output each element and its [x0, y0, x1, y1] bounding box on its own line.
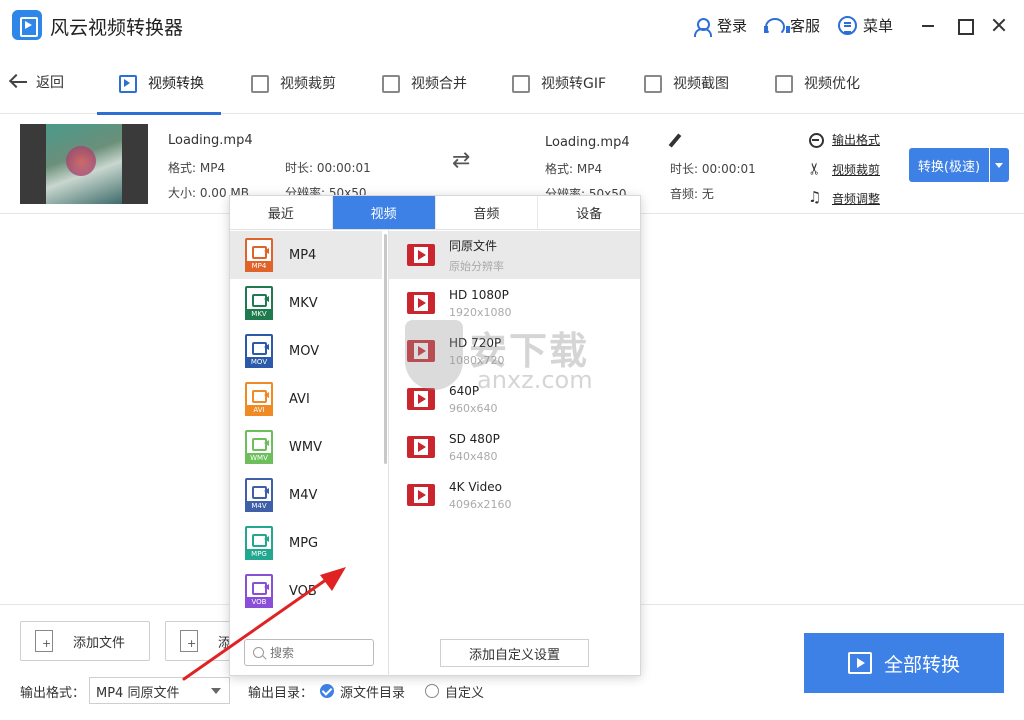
- tab-video[interactable]: 视频: [332, 196, 436, 229]
- dir-source-radio[interactable]: [320, 684, 334, 698]
- dir-source-label: 源文件目录: [340, 686, 406, 701]
- title-bar: 风云视频转换器 登录 客服 菜单: [0, 0, 1024, 52]
- image-icon: [641, 72, 663, 94]
- preset-item-480p[interactable]: SD 480P 640x480: [389, 423, 640, 471]
- tab-video-screenshot[interactable]: 视频截图: [641, 52, 729, 114]
- service-button[interactable]: 客服: [764, 15, 820, 36]
- user-icon: [693, 17, 712, 37]
- dir-custom-radio[interactable]: [425, 684, 439, 698]
- mov-file-icon: MOV: [245, 334, 273, 368]
- back-button[interactable]: 返回: [10, 72, 64, 92]
- format-item-wmv[interactable]: WMV WMV: [230, 423, 388, 471]
- mpg-file-icon: MPG: [245, 526, 273, 560]
- convert-fast-button[interactable]: 转换(极速): [909, 148, 989, 182]
- play-icon: [847, 652, 872, 674]
- preset-item-640p[interactable]: 640P 960x640: [389, 375, 640, 423]
- output-format-link[interactable]: 输出格式: [808, 131, 880, 148]
- source-file-name: Loading.mp4: [168, 133, 253, 148]
- output-dir-label: 输出目录：: [248, 686, 314, 701]
- format-category-tabs: 最近 视频 音频 设备: [230, 196, 640, 230]
- format-item-mkv[interactable]: MKV MKV: [230, 279, 388, 327]
- headset-icon: [764, 17, 790, 36]
- nav-bar: 返回 视频转换 视频裁剪 视频合并 视频转GIF 视频截图 视频优化: [0, 52, 1024, 115]
- format-item-mp4[interactable]: MP4 MP4: [230, 231, 382, 279]
- scissors-icon: [808, 162, 824, 178]
- login-button[interactable]: 登录: [693, 15, 747, 37]
- output-audio: 音频: 无: [670, 187, 714, 201]
- output-duration: 时长: 00:00:01: [670, 162, 756, 176]
- format-search-box[interactable]: [244, 639, 374, 666]
- add-folder-button[interactable]: 添: [165, 621, 235, 661]
- format-item-mpg[interactable]: MPG MPG: [230, 519, 388, 567]
- convert-dropdown-button[interactable]: [990, 148, 1009, 182]
- format-icon: [808, 132, 824, 148]
- source-duration: 时长: 00:00:01: [285, 161, 371, 175]
- music-note-icon: [808, 188, 824, 207]
- app-title: 风云视频转换器: [50, 17, 184, 39]
- audio-adjust-link[interactable]: 音频调整: [808, 188, 880, 207]
- format-item-avi[interactable]: AVI AVI: [230, 375, 388, 423]
- tab-video-optimize[interactable]: 视频优化: [772, 52, 860, 114]
- search-icon: [253, 647, 264, 658]
- preset-item-original[interactable]: 同原文件 原始分辨率: [389, 231, 640, 279]
- close-button[interactable]: [988, 14, 1010, 36]
- format-dropdown-panel: 最近 视频 音频 设备 MP4 MP4 MKV MKV MOV MOV AVI …: [229, 195, 641, 676]
- format-list: MP4 MP4 MKV MKV MOV MOV AVI AVI WMV WMV …: [230, 231, 388, 627]
- tab-audio[interactable]: 音频: [436, 196, 539, 229]
- format-search-input[interactable]: [270, 645, 365, 660]
- video-thumbnail[interactable]: [20, 124, 148, 204]
- tab-recent[interactable]: 最近: [230, 196, 333, 229]
- shuffle-icon: [452, 148, 478, 173]
- preset-list: 同原文件 原始分辨率 HD 1080P 1920x1080 HD 720P 1080x…: [389, 231, 640, 621]
- mkv-file-icon: MKV: [245, 286, 273, 320]
- film-icon: [407, 292, 435, 314]
- gif-icon: [509, 72, 531, 94]
- vob-file-icon: VOB: [245, 574, 273, 608]
- add-file-button[interactable]: 添加文件: [20, 621, 150, 661]
- output-format: 格式: MP4: [545, 162, 603, 176]
- tab-device[interactable]: 设备: [538, 196, 640, 229]
- tab-video-convert[interactable]: 视频转换: [97, 52, 221, 115]
- app-logo-icon: [12, 10, 42, 40]
- tab-video-crop[interactable]: 视频裁剪: [248, 52, 336, 114]
- output-format-label: 输出格式：: [20, 686, 86, 701]
- add-folder-icon: [180, 630, 198, 652]
- format-item-vob[interactable]: VOB VOB: [230, 567, 388, 615]
- output-format-select[interactable]: MP4 同原文件: [89, 677, 230, 704]
- format-item-m4v[interactable]: M4V M4V: [230, 471, 388, 519]
- film-icon: [407, 388, 435, 410]
- edit-icon[interactable]: [668, 134, 684, 150]
- maximize-button[interactable]: [953, 14, 975, 36]
- add-custom-setting-button[interactable]: 添加自定义设置: [440, 639, 589, 667]
- convert-all-button[interactable]: 全部转换: [804, 633, 1004, 693]
- preset-item-720p[interactable]: HD 720P 1080x720: [389, 327, 640, 375]
- format-list-scrollbar[interactable]: [384, 234, 387, 464]
- menu-icon: [838, 16, 857, 35]
- sliders-icon: [772, 72, 794, 94]
- add-file-icon: [35, 630, 53, 652]
- video-crop-link[interactable]: 视频裁剪: [808, 161, 880, 178]
- tab-video-to-gif[interactable]: 视频转GIF: [509, 52, 606, 114]
- preset-item-4k[interactable]: 4K Video 4096x2160: [389, 471, 640, 519]
- film-icon: [407, 340, 435, 362]
- avi-file-icon: AVI: [245, 382, 273, 416]
- video-convert-icon: [116, 72, 138, 94]
- wmv-file-icon: WMV: [245, 430, 273, 464]
- film-icon: [407, 436, 435, 458]
- mp4-file-icon: MP4: [245, 238, 273, 272]
- video-merge-icon: [379, 72, 401, 94]
- source-format: 格式: MP4: [168, 161, 226, 175]
- format-item-mov[interactable]: MOV MOV: [230, 327, 388, 375]
- minimize-button[interactable]: [917, 14, 939, 36]
- video-crop-icon: [248, 72, 270, 94]
- arrow-left-icon: [10, 74, 28, 90]
- output-file-name: Loading.mp4: [545, 135, 630, 150]
- preset-item-1080p[interactable]: HD 1080P 1920x1080: [389, 279, 640, 327]
- film-icon: [407, 484, 435, 506]
- film-icon: [407, 244, 435, 266]
- m4v-file-icon: M4V: [245, 478, 273, 512]
- dir-custom-label: 自定义: [445, 686, 485, 701]
- tab-video-merge[interactable]: 视频合并: [379, 52, 467, 114]
- menu-button[interactable]: 菜单: [838, 15, 893, 36]
